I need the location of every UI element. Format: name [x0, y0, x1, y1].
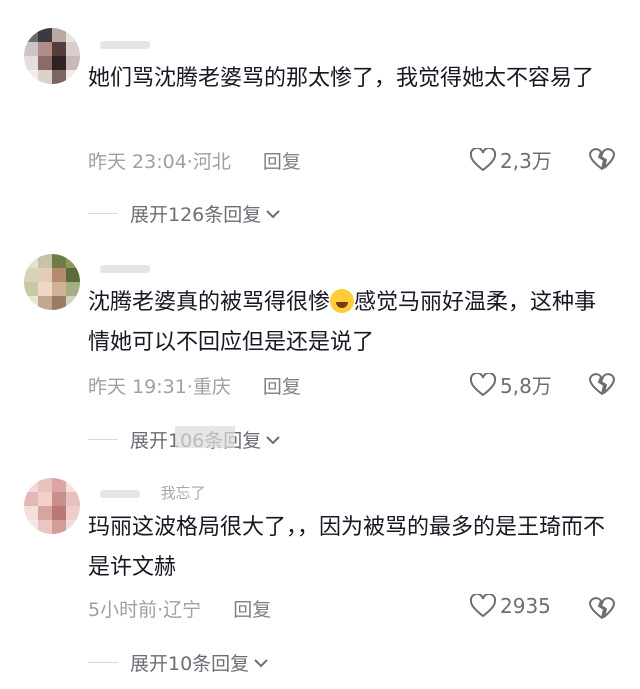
reply-button[interactable]: 回复: [263, 376, 301, 398]
comment-text-part1: 沈腾老婆真的被骂得很惨: [88, 290, 331, 315]
divider: [88, 662, 118, 663]
broken-heart-icon: [589, 597, 615, 619]
username-blur: [100, 41, 150, 49]
expand-label: 展开10条回复: [130, 653, 250, 675]
broken-heart-icon: [589, 148, 615, 170]
laughing-emoji: [330, 289, 355, 313]
chevron-down-icon: [266, 209, 280, 218]
blur-overlay: [175, 426, 235, 448]
avatar[interactable]: [24, 28, 80, 84]
avatar[interactable]: [24, 254, 80, 310]
comment-meta: 5小时前·辽宁 回复: [88, 599, 272, 621]
comment-location: 辽宁: [163, 599, 202, 621]
heart-icon: [470, 594, 496, 618]
username-blur: [100, 265, 150, 273]
reply-button[interactable]: 回复: [233, 599, 271, 621]
comment-location: 河北: [192, 151, 231, 173]
like-count: 2,3万: [500, 149, 552, 173]
divider: [88, 213, 118, 214]
expand-label: 展开126条回复: [130, 204, 262, 226]
comment-time: 5小时前: [88, 599, 158, 621]
comment-meta: 昨天 19:31·重庆 回复: [88, 376, 301, 398]
comment-location: 重庆: [192, 376, 231, 398]
comment-text: 玛丽这波格局很大了，，因为被骂的最多的是王琦而不是许文赫: [88, 515, 606, 580]
chevron-down-icon: [254, 658, 268, 667]
username[interactable]: 我忘了: [100, 482, 240, 502]
chevron-down-icon: [266, 435, 280, 444]
username-blur: [100, 490, 140, 498]
like-button[interactable]: 2935: [470, 594, 551, 618]
comment-time: 昨天 19:31: [88, 376, 187, 398]
dislike-button[interactable]: [588, 596, 616, 624]
username[interactable]: [100, 260, 180, 278]
dislike-button[interactable]: [588, 372, 616, 400]
broken-heart-icon: [589, 373, 615, 395]
heart-icon: [470, 372, 496, 396]
divider: [88, 439, 118, 440]
comment-time: 昨天 23:04: [88, 151, 187, 173]
expand-replies[interactable]: 展开10条回复: [88, 649, 269, 676]
heart-icon: [470, 147, 496, 171]
like-button[interactable]: 5,8万: [470, 370, 552, 399]
username-text: 我忘了: [160, 484, 206, 502]
like-count: 2935: [500, 594, 551, 618]
comment-meta: 昨天 23:04·河北 回复: [88, 151, 301, 173]
dislike-button[interactable]: [588, 147, 616, 175]
avatar[interactable]: [24, 478, 80, 534]
like-count: 5,8万: [500, 374, 552, 398]
comment-text: 她们骂沈腾老婆骂的那太惨了，我觉得她太不容易了: [88, 66, 595, 91]
comment-text: 沈腾老婆真的被骂得很惨 感觉马丽好温柔，这种事情她可以不回应但是还是说了: [88, 283, 618, 363]
like-button[interactable]: 2,3万: [470, 145, 552, 174]
expand-replies[interactable]: 展开126条回复: [88, 200, 281, 227]
reply-button[interactable]: 回复: [263, 151, 301, 173]
username[interactable]: [100, 36, 180, 54]
